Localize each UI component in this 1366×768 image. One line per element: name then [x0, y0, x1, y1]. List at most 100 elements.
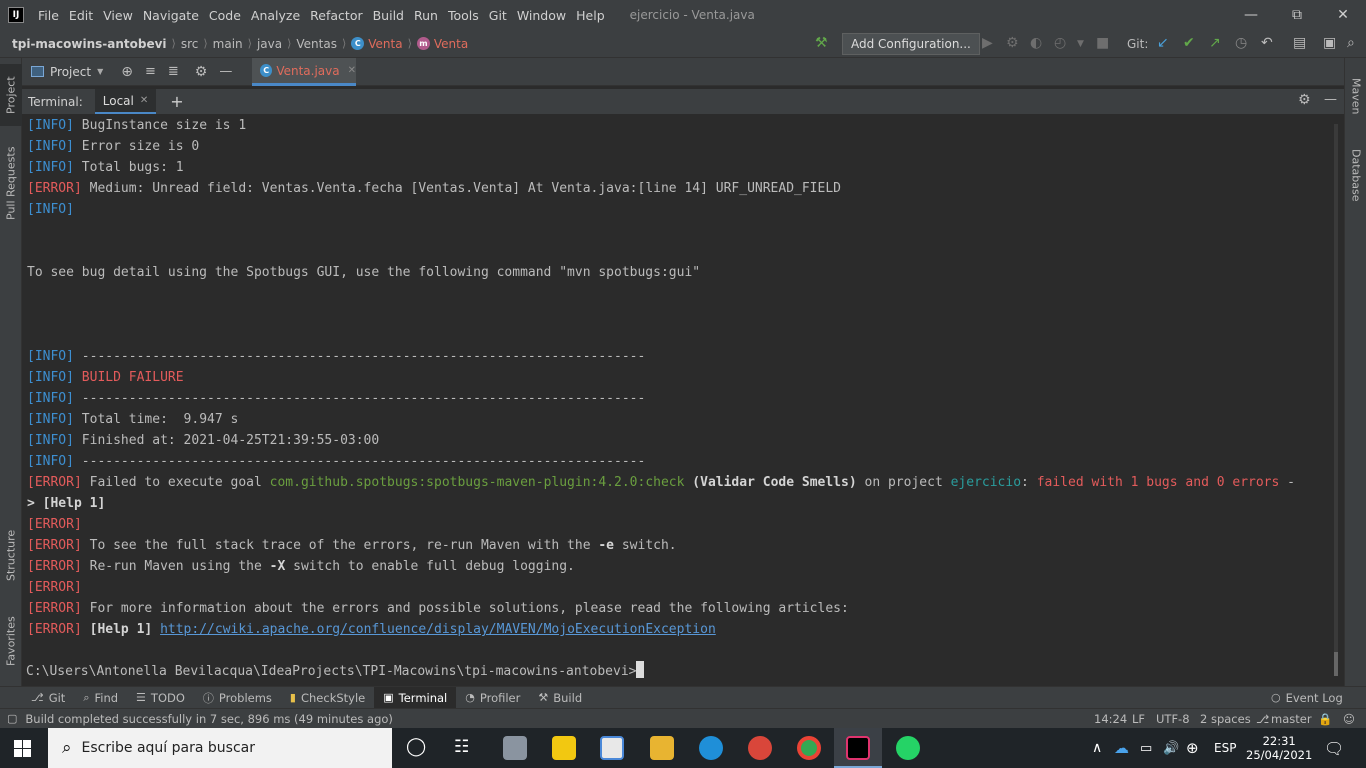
bottom-tab-profiler[interactable]: ◔ Profiler [456, 687, 529, 709]
rollback-icon[interactable]: ↶ [1261, 35, 1273, 51]
crumb-method[interactable]: Venta [434, 37, 468, 51]
prompt-line[interactable]: C:\Users\Antonella Bevilacqua\IdeaProjec… [26, 661, 1327, 682]
minimize-button[interactable]: — [1228, 0, 1274, 30]
chevron-up-icon[interactable]: ∧ [1092, 728, 1102, 768]
build-hammer-icon[interactable]: ⚒ [815, 35, 828, 51]
intellij-taskbar-button[interactable] [834, 728, 882, 768]
tool-tab-structure[interactable]: Structure [0, 520, 22, 590]
clock[interactable]: 22:31 25/04/2021 [1246, 728, 1312, 768]
notifications-icon[interactable]: 🗨 [1324, 728, 1344, 768]
tool-tab-maven[interactable]: Maven [1345, 66, 1366, 126]
app-monitor-icon[interactable] [503, 736, 527, 760]
search-everywhere-icon[interactable]: ⌕ [1347, 35, 1355, 51]
tool-tab-favorites[interactable]: Favorites [0, 606, 22, 676]
expand-all-icon[interactable]: ≡ [145, 64, 156, 79]
tool-tab-project[interactable]: Project [0, 64, 22, 126]
whatsapp-icon[interactable] [896, 736, 920, 760]
lock-icon[interactable]: 🔒 [1318, 712, 1332, 726]
chevron-down-icon[interactable]: ▼ [1077, 39, 1084, 49]
chrome-profile-icon[interactable] [748, 736, 772, 760]
bottom-tab-problems[interactable]: ⓘ Problems [194, 687, 281, 709]
menu-tools[interactable]: Tools [443, 8, 484, 23]
coverage-icon[interactable]: ◐ [1030, 35, 1042, 51]
line-separator[interactable]: LF [1132, 712, 1145, 726]
menu-file[interactable]: File [33, 8, 64, 23]
event-log-button[interactable]: ○ Event Log [1262, 687, 1352, 709]
terminal-output[interactable]: [INFO] BugInstance size is 1 [INFO] Erro… [22, 114, 1344, 686]
crumb-class[interactable]: Venta [368, 37, 402, 51]
menu-help[interactable]: Help [571, 8, 610, 23]
run-icon[interactable]: ▶ [982, 35, 993, 51]
locate-icon[interactable]: ⊕ [121, 64, 133, 80]
help-link[interactable]: http://cwiki.apache.org/confluence/displ… [160, 622, 716, 637]
tool-tab-pull-requests[interactable]: Pull Requests [0, 138, 22, 228]
git-update-icon[interactable]: ↙ [1157, 35, 1169, 51]
menu-build[interactable]: Build [368, 8, 409, 23]
bottom-tab-todo[interactable]: ☰ TODO [127, 687, 194, 709]
close-tab-icon[interactable]: ✕ [140, 95, 148, 106]
network-icon[interactable]: ⊕ [1186, 728, 1199, 768]
cortana-icon[interactable]: ◯ [406, 736, 426, 757]
toggle-tool-windows-icon[interactable]: ▢ [7, 712, 17, 725]
windows-start-icon[interactable] [14, 740, 31, 757]
status-message[interactable]: Build completed successfully in 7 sec, 8… [25, 712, 392, 726]
scrollbar-thumb[interactable] [1334, 652, 1338, 676]
close-window-button[interactable]: ✕ [1320, 0, 1366, 30]
gear-icon[interactable]: ⚙ [195, 64, 208, 80]
bottom-tab-build[interactable]: ⚒ Build [529, 687, 591, 709]
hide-icon[interactable]: — [1324, 92, 1337, 107]
file-explorer-icon[interactable] [650, 736, 674, 760]
inspection-icon[interactable]: ☺ [1343, 712, 1355, 726]
crumb-main[interactable]: main [213, 37, 243, 51]
crumb-java[interactable]: java [257, 37, 282, 51]
profile-icon[interactable]: ◴ [1054, 35, 1066, 51]
terminal-scrollbar[interactable] [1334, 124, 1338, 676]
new-terminal-icon[interactable]: + [170, 92, 183, 111]
menu-run[interactable]: Run [409, 8, 443, 23]
git-history-icon[interactable]: ◷ [1235, 35, 1247, 51]
menu-analyze[interactable]: Analyze [246, 8, 305, 23]
bottom-tab-find[interactable]: ⌕ Find [74, 687, 127, 709]
menu-navigate[interactable]: Navigate [138, 8, 204, 23]
task-view-icon[interactable]: ☷ [454, 737, 469, 757]
crumb-package[interactable]: Ventas [296, 37, 337, 51]
editor-tab-venta[interactable]: C Venta.java ✕ [252, 58, 356, 86]
taskbar-search[interactable]: ⌕ Escribe aquí para buscar [48, 728, 392, 768]
menu-window[interactable]: Window [512, 8, 571, 23]
crumb-project[interactable]: tpi-macowins-antobevi [12, 37, 167, 51]
file-encoding[interactable]: UTF-8 [1156, 712, 1190, 726]
chrome-icon[interactable] [797, 736, 821, 760]
git-branch[interactable]: master [1271, 712, 1312, 726]
crumb-src[interactable]: src [181, 37, 199, 51]
chevron-down-icon[interactable]: ▼ [97, 67, 103, 76]
add-configuration-button[interactable]: Add Configuration... [842, 33, 980, 55]
input-language[interactable]: ESP [1214, 728, 1236, 768]
gear-icon[interactable]: ⚙ [1298, 92, 1311, 108]
project-structure-icon[interactable]: ▤ [1293, 35, 1306, 51]
stop-icon[interactable]: ■ [1096, 35, 1109, 51]
git-commit-icon[interactable]: ✔ [1183, 35, 1195, 51]
project-view-label[interactable]: Project [50, 65, 91, 79]
sticky-notes-icon[interactable] [552, 736, 576, 760]
bottom-tab-checkstyle[interactable]: ▮ CheckStyle [281, 687, 374, 709]
menu-edit[interactable]: Edit [64, 8, 98, 23]
collapse-all-icon[interactable]: ≣ [168, 64, 179, 79]
menu-view[interactable]: View [98, 8, 138, 23]
git-push-icon[interactable]: ↗ [1209, 35, 1221, 51]
caret-position[interactable]: 14:24 [1094, 712, 1127, 726]
menu-refactor[interactable]: Refactor [305, 8, 367, 23]
bottom-tab-terminal[interactable]: ▣ Terminal [374, 686, 457, 709]
onedrive-icon[interactable]: ☁ [1114, 728, 1129, 768]
hide-icon[interactable]: — [219, 64, 232, 79]
edge-icon[interactable] [699, 736, 723, 760]
indent-setting[interactable]: 2 spaces [1200, 712, 1251, 726]
debug-icon[interactable]: ⚙ [1006, 35, 1019, 51]
presentation-mode-icon[interactable]: ▣ [1323, 35, 1336, 51]
restore-button[interactable]: ⧉ [1274, 0, 1320, 30]
tool-tab-database[interactable]: Database [1345, 140, 1366, 210]
battery-icon[interactable]: ▭ [1140, 728, 1152, 768]
menu-code[interactable]: Code [204, 8, 246, 23]
bottom-tab-git[interactable]: ⎇ Git [22, 687, 74, 709]
volume-icon[interactable]: 🔊 [1163, 728, 1179, 768]
terminal-tab-local[interactable]: Local ✕ [94, 89, 157, 114]
